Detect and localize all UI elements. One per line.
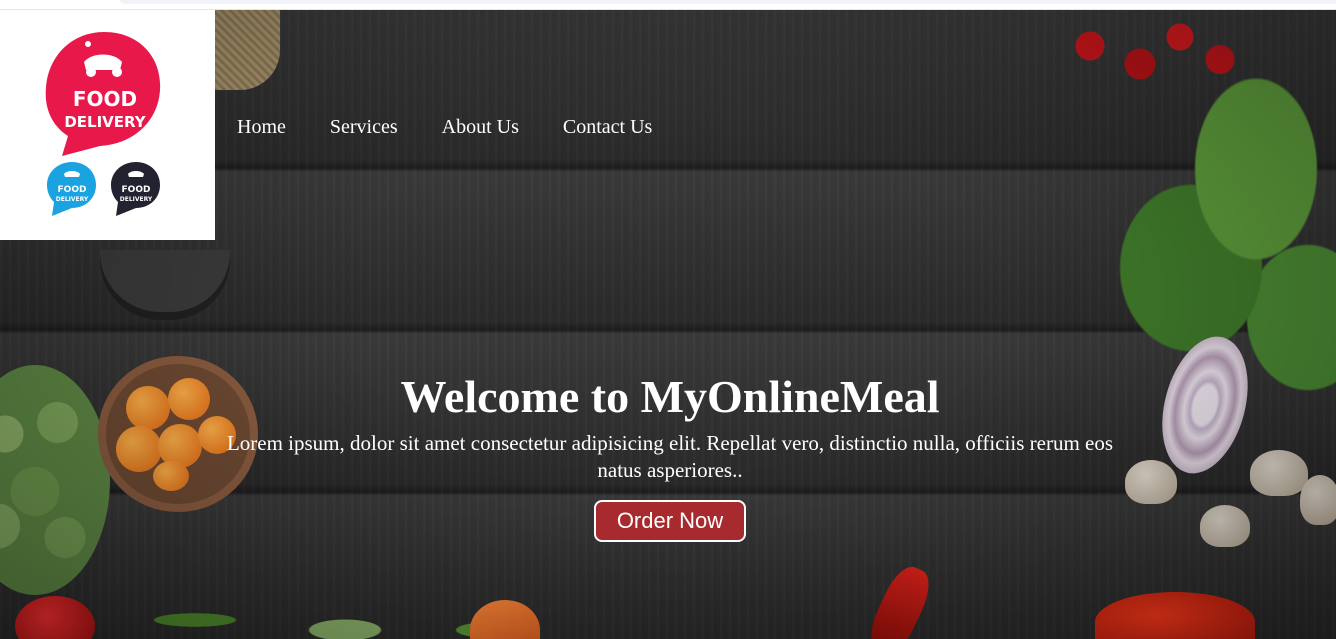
logo-main-line1: FOOD [73,87,137,111]
order-now-button[interactable]: Order Now [593,500,747,542]
hero-content: Welcome to MyOnlineMeal Lorem ipsum, dol… [0,370,1336,542]
nav-services[interactable]: Services [330,116,398,139]
nav-about-us[interactable]: About Us [442,116,519,139]
browser-top-strip [0,0,1336,10]
logo-main-line2: DELIVERY [64,113,146,131]
food-delivery-logo-icon: FOOD DELIVERY FOOD DELIVERY FOOD DELIVER… [45,32,161,216]
browser-tab-hint [120,0,1336,4]
main-nav: Home Services About Us Contact Us [237,116,652,139]
logo-small-blue-line1: FOOD [58,185,87,195]
hero-title: Welcome to MyOnlineMeal [400,371,940,422]
nav-contact-us[interactable]: Contact Us [563,116,652,139]
site-logo[interactable]: FOOD DELIVERY FOOD DELIVERY FOOD DELIVER… [0,10,215,240]
nav-home[interactable]: Home [237,116,286,139]
hero-subtitle: Lorem ipsum, dolor sit amet consectetur … [226,431,1114,482]
logo-small-blue-line2: DELIVERY [56,196,89,203]
logo-small-dark-line2: DELIVERY [120,196,153,203]
logo-small-dark-line1: FOOD [122,185,151,195]
